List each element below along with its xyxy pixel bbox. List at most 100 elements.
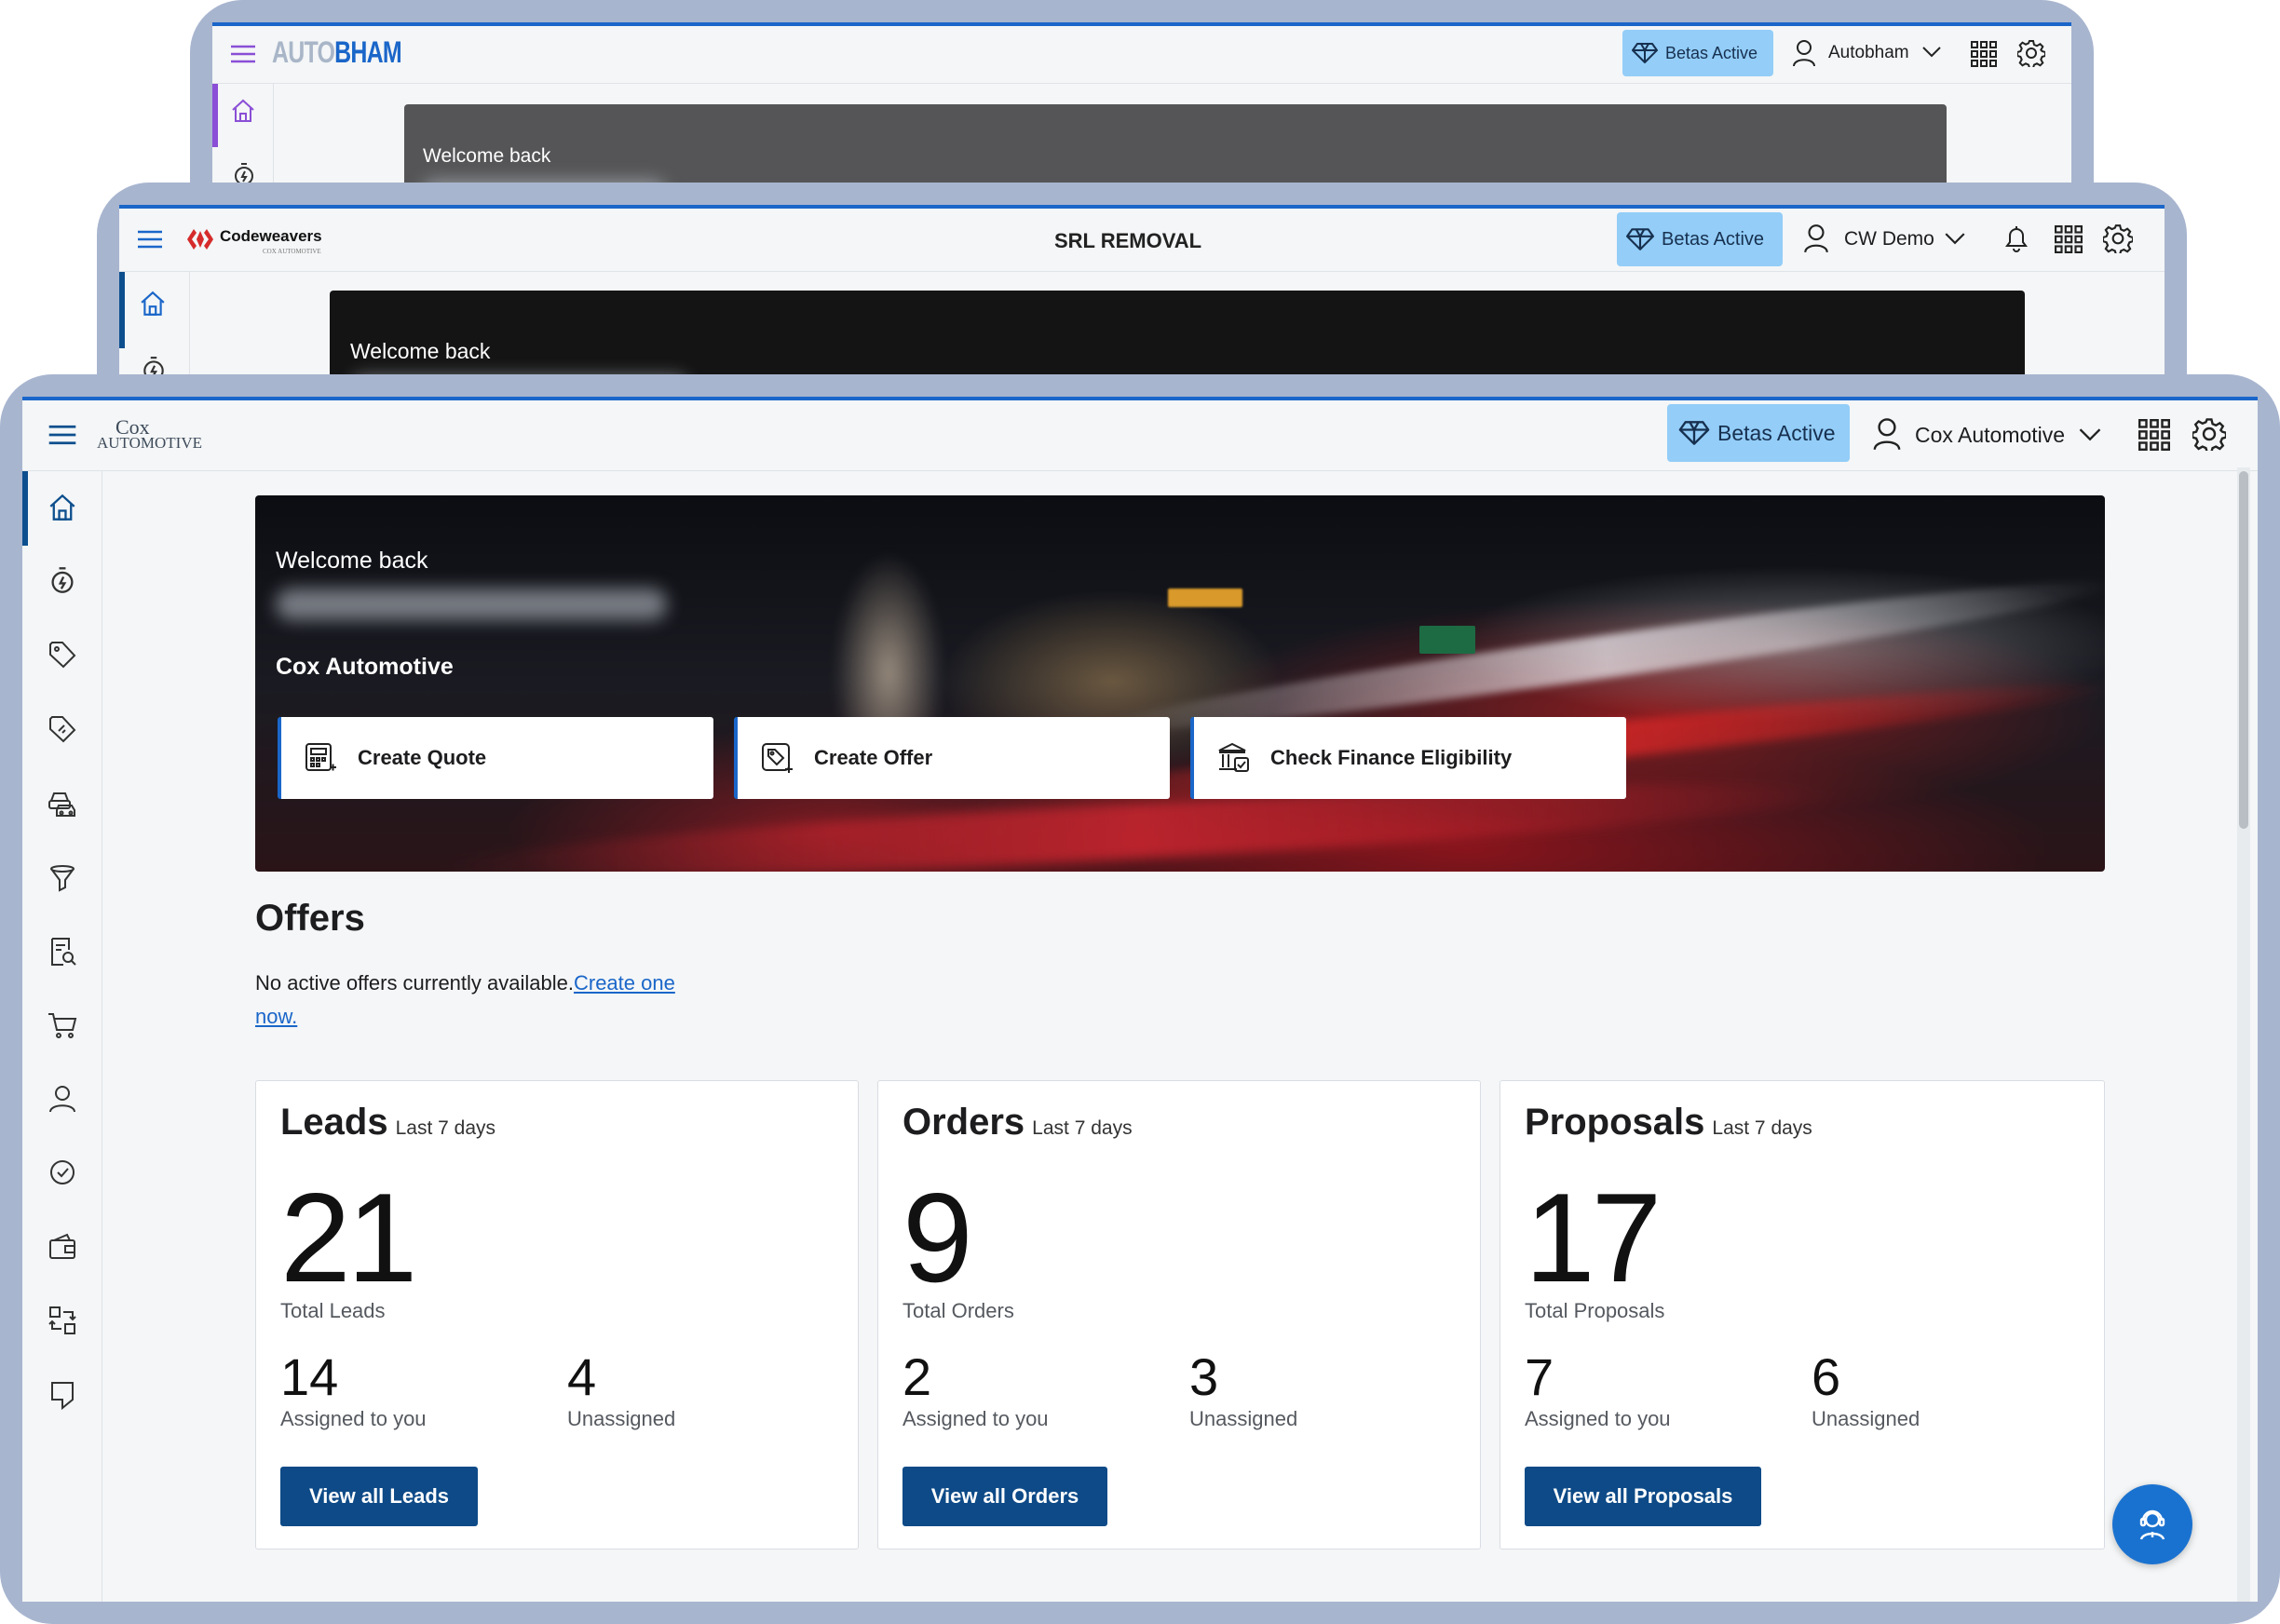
cox-automotive-logo[interactable]: Cox AUTOMOTIVE xyxy=(97,415,203,456)
create-offer-button[interactable]: Create Offer xyxy=(734,717,1170,799)
gear-icon[interactable] xyxy=(2192,417,2226,451)
tag-plus-icon xyxy=(762,743,793,773)
home-icon[interactable] xyxy=(140,291,166,317)
orders-unassigned-label: Unassigned xyxy=(1189,1407,1298,1430)
support-agent-button[interactable] xyxy=(2112,1484,2192,1564)
proposals-unassigned-label: Unassigned xyxy=(1812,1407,1920,1430)
cart-icon[interactable] xyxy=(48,1011,77,1039)
support-agent-icon xyxy=(2139,1509,2165,1540)
total-orders-label: Total Orders xyxy=(902,1299,1014,1322)
view-all-leads-button[interactable]: View all Leads xyxy=(280,1467,478,1526)
create-quote-button[interactable]: Create Quote xyxy=(278,717,713,799)
report-search-icon[interactable] xyxy=(48,937,76,967)
diamond-icon xyxy=(1678,421,1710,445)
total-orders-value: 9 xyxy=(902,1167,973,1308)
light-streak-decoration xyxy=(1168,589,1242,607)
offers-empty-message: No active offers currently available.Cre… xyxy=(255,967,740,1034)
proposals-card-title: Proposals Last 7 days xyxy=(1525,1102,1812,1144)
wallet-icon[interactable] xyxy=(48,1233,76,1261)
apps-grid-icon[interactable] xyxy=(2055,225,2083,253)
user-icon xyxy=(1803,223,1829,253)
leads-card: Leads Last 7 days 21 Total Leads 14 Assig… xyxy=(255,1080,859,1550)
autobham-beta-button[interactable]: Betas Active xyxy=(1622,30,1773,76)
total-leads-label: Total Leads xyxy=(280,1299,386,1322)
cox-sidebar-active-marker xyxy=(22,471,28,546)
total-leads-value: 21 xyxy=(280,1167,417,1308)
hamburger-icon[interactable] xyxy=(231,45,255,63)
cox-account-name[interactable]: Cox Automotive xyxy=(1915,423,2065,448)
chevron-down-icon[interactable] xyxy=(2079,428,2101,441)
proposals-title: Proposals xyxy=(1525,1102,1705,1143)
codeweavers-mark-icon xyxy=(187,229,213,250)
proposals-card: Proposals Last 7 days 17 Total Proposals … xyxy=(1500,1080,2105,1550)
chevron-down-icon[interactable] xyxy=(1945,233,1965,245)
home-icon[interactable] xyxy=(48,494,76,521)
orders-unassigned-value: 3 xyxy=(1189,1347,1219,1406)
autobham-beta-label: Betas Active xyxy=(1665,43,1758,62)
cox-logo-line2: AUTOMOTIVE xyxy=(97,434,203,452)
cars-icon[interactable] xyxy=(48,790,77,818)
bell-icon[interactable] xyxy=(2002,223,2030,253)
apps-grid-icon[interactable] xyxy=(1971,41,1997,67)
cox-topbar: Cox AUTOMOTIVE Betas Active Cox Automoti… xyxy=(22,400,2258,471)
check-finance-eligibility-button[interactable]: Check Finance Eligibility xyxy=(1190,717,1626,799)
orders-card: Orders Last 7 days 9 Total Orders 2 Assig… xyxy=(877,1080,1481,1550)
tag-icon[interactable] xyxy=(48,641,76,669)
badge-check-icon[interactable] xyxy=(48,1158,76,1186)
leads-title: Leads xyxy=(280,1102,388,1143)
codeweavers-logo-tag: COX AUTOMOTIVE xyxy=(263,248,321,255)
cox-hero-company: Cox Automotive xyxy=(276,654,454,680)
bank-icon xyxy=(1218,742,1249,772)
codeweavers-beta-label: Betas Active xyxy=(1662,228,1765,250)
wrench-tag-icon[interactable] xyxy=(48,715,76,743)
gear-icon[interactable] xyxy=(2017,39,2045,67)
codeweavers-hero-greeting: Welcome back xyxy=(350,339,491,363)
stopwatch-icon[interactable] xyxy=(49,566,75,594)
swap-icon[interactable] xyxy=(48,1306,76,1335)
codeweavers-sidebar-active-marker xyxy=(119,272,125,348)
user-icon xyxy=(1872,417,1902,451)
cox-window: Cox AUTOMOTIVE Betas Active Cox Automoti… xyxy=(22,397,2258,1602)
leads-assigned-value: 14 xyxy=(280,1347,339,1406)
leads-assigned-label: Assigned to you xyxy=(280,1407,427,1430)
chevron-down-icon[interactable] xyxy=(1922,47,1941,58)
codeweavers-logo[interactable]: Codeweavers COX AUTOMOTIVE xyxy=(186,225,335,257)
map-pin-icon[interactable] xyxy=(49,1380,75,1410)
cox-hero-greeting: Welcome back xyxy=(276,548,428,574)
total-proposals-value: 17 xyxy=(1525,1167,1662,1308)
hamburger-icon[interactable] xyxy=(138,230,162,249)
codeweavers-beta-button[interactable]: Betas Active xyxy=(1617,212,1783,266)
create-quote-label: Create Quote xyxy=(358,746,487,769)
autobham-logo-part1: AUTO xyxy=(272,35,335,69)
autobham-sidebar-active-marker xyxy=(212,84,218,147)
orders-card-title: Orders Last 7 days xyxy=(902,1102,1133,1144)
offers-heading: Offers xyxy=(255,898,365,939)
autobham-logo[interactable]: AUTOBHAM xyxy=(272,35,402,70)
codeweavers-account-name[interactable]: CW Demo xyxy=(1844,228,1934,250)
autobham-account-name[interactable]: Autobham xyxy=(1828,43,1909,63)
users-icon[interactable] xyxy=(48,1084,76,1114)
create-offer-link[interactable]: Create one xyxy=(574,971,675,995)
proposals-assigned-label: Assigned to you xyxy=(1525,1407,1671,1430)
create-offer-label: Create Offer xyxy=(814,746,933,769)
funnel-icon[interactable] xyxy=(49,864,75,892)
create-offer-link-continued[interactable]: now. xyxy=(255,1005,297,1028)
cox-beta-button[interactable]: Betas Active xyxy=(1667,404,1850,462)
diamond-icon xyxy=(1626,228,1654,250)
view-all-proposals-button[interactable]: View all Proposals xyxy=(1525,1467,1761,1526)
diamond-icon xyxy=(1632,43,1658,63)
codeweavers-topbar: Codeweavers COX AUTOMOTIVE SRL REMOVAL B… xyxy=(119,209,2165,272)
apps-grid-icon[interactable] xyxy=(2138,419,2170,451)
orders-title: Orders xyxy=(902,1102,1025,1143)
codeweavers-logo-name: Codeweavers xyxy=(220,227,322,245)
home-icon[interactable] xyxy=(231,99,255,123)
scrollbar-thumb[interactable] xyxy=(2239,471,2248,829)
offers-empty-text: No active offers currently available. xyxy=(255,971,574,995)
autobham-logo-part2: BHAM xyxy=(334,35,402,69)
leads-unassigned-value: 4 xyxy=(567,1347,597,1406)
hamburger-icon[interactable] xyxy=(48,425,76,445)
leads-card-title: Leads Last 7 days xyxy=(280,1102,495,1144)
view-all-orders-button[interactable]: View all Orders xyxy=(902,1467,1107,1526)
gear-icon[interactable] xyxy=(2103,223,2133,253)
check-finance-eligibility-label: Check Finance Eligibility xyxy=(1270,746,1513,769)
